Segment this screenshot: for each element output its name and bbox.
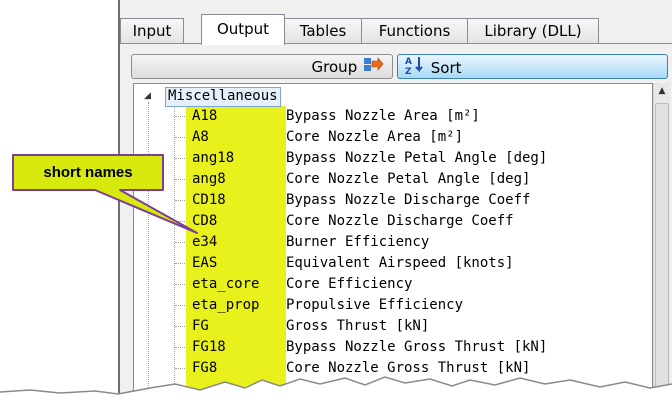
sort-button[interactable]: A Z Sort (397, 54, 668, 79)
tree-item-description: Bypass Nozzle Gross Thrust [kN] (286, 339, 548, 355)
tree-item-description: Burner Efficiency (286, 234, 430, 250)
tab-tables[interactable]: Tables (284, 18, 362, 43)
tree-item-short-name: FG18 (192, 339, 226, 355)
tree-item-description: Core Nozzle Area [m²] (286, 129, 464, 145)
tree-item[interactable]: A8 Core Nozzle Area [m²] (134, 127, 652, 148)
scroll-thumb[interactable] (655, 103, 669, 403)
tree-item-description: Equivalent Airspeed [knots] (286, 255, 514, 271)
tree-item[interactable]: eta_core Core Efficiency (134, 274, 652, 295)
tree-item[interactable]: ang8 Core Nozzle Petal Angle [deg] (134, 169, 652, 190)
group-arrow-icon (362, 55, 384, 80)
tree-connector (175, 263, 185, 264)
output-tree[interactable]: ◢ Miscellaneous A18 Bypass Nozzle Area [m… (133, 83, 653, 405)
tree-item-description: Bypass Nozzle Discharge Coeff (286, 192, 531, 208)
tree-item-description: Core Nozzle Petal Angle [deg] (286, 171, 531, 187)
callout-text: short names (43, 164, 133, 181)
tree-item[interactable]: eta_prop Propulsive Efficiency (134, 295, 652, 316)
tree-item-description: Bypass Nozzle Petal Angle [deg] (286, 150, 548, 166)
tab-library-dll[interactable]: Library (DLL) (467, 18, 599, 43)
tree-item-short-name: EAS (192, 255, 218, 271)
tree-item-description: Core Efficiency (286, 276, 413, 292)
tree-item[interactable]: e34 Burner Efficiency (134, 232, 652, 253)
sort-icon-letter-z: Z (405, 67, 412, 75)
tree-item-description: Gross Thrust [kN] (286, 318, 430, 334)
toolbar: Group A Z Sort (131, 54, 668, 80)
tree-connector (175, 347, 185, 348)
tree-item-description: Bypass Nozzle Area [m²] (286, 108, 480, 124)
tab-strip: Input Output Tables Functions Library (D… (120, 14, 672, 45)
tree-item-short-name: eta_prop (192, 297, 260, 313)
tab-output[interactable]: Output (201, 14, 285, 45)
tree-item[interactable]: A18 Bypass Nozzle Area [m²] (134, 106, 652, 127)
tree-item[interactable]: FG18 Bypass Nozzle Gross Thrust [kN] (134, 337, 652, 358)
tree-item[interactable]: EAS Equivalent Airspeed [knots] (134, 253, 652, 274)
callout-shape (12, 154, 198, 234)
tree-item[interactable]: FG Gross Thrust [kN] (134, 316, 652, 337)
sort-az-icon: A Z (404, 55, 426, 82)
group-button-label: Group (311, 58, 358, 76)
scroll-up-arrow-icon[interactable]: ▲ (654, 83, 670, 100)
sort-button-label: Sort (430, 59, 462, 77)
tree-item[interactable]: CD18 Bypass Nozzle Discharge Coeff (134, 190, 652, 211)
tree-item[interactable]: ang18 Bypass Nozzle Petal Angle [deg] (134, 148, 652, 169)
tree-item-short-name: FG (192, 318, 209, 334)
tree-item-short-name: eta_core (192, 276, 260, 292)
sort-icon-letter-a: A (405, 57, 412, 67)
vertical-scrollbar[interactable]: ▲ (653, 83, 670, 405)
short-names-callout: short names (0, 0, 200, 250)
tree-connector (175, 284, 185, 285)
tree-connector (175, 305, 185, 306)
tab-functions[interactable]: Functions (361, 18, 468, 43)
torn-edge (0, 376, 672, 405)
tree-connector (175, 326, 185, 327)
tree-item[interactable]: CD8 Core Nozzle Discharge Coeff (134, 211, 652, 232)
tree-item-description: Core Nozzle Discharge Coeff (286, 213, 514, 229)
tree-item-description: Propulsive Efficiency (286, 297, 464, 313)
